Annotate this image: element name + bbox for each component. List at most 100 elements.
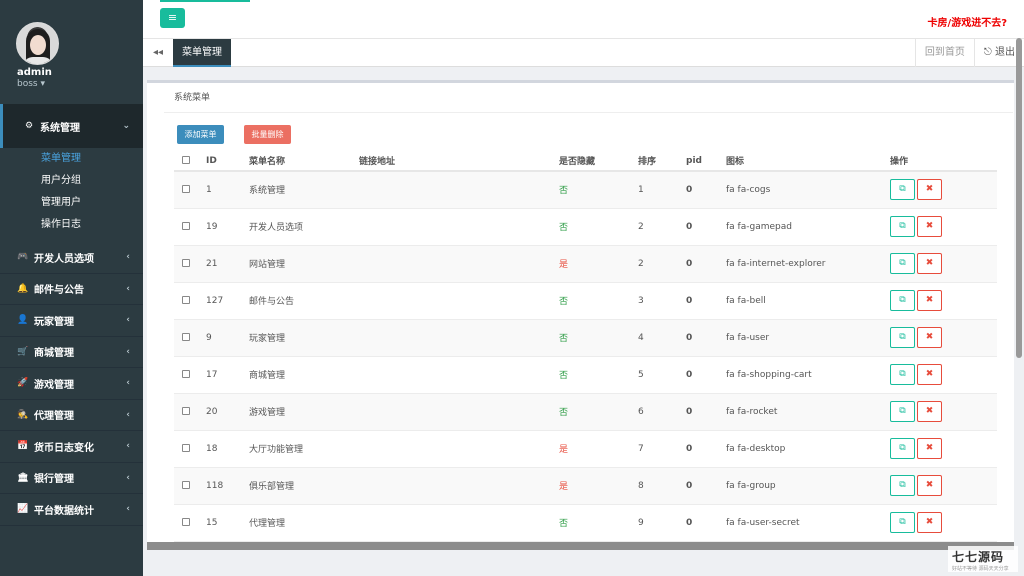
avatar[interactable] — [16, 22, 59, 65]
watermark-title: 七七源码 — [952, 550, 1005, 564]
row-checkbox[interactable] — [182, 185, 190, 194]
user-name: admin — [17, 67, 52, 78]
row-checkbox[interactable] — [182, 222, 190, 230]
watermark-sub: 好站不等待 源码天天分享 — [952, 566, 1009, 572]
home-link[interactable]: 回到首页 — [914, 39, 974, 67]
cell-name: 邮件与公告 — [249, 282, 359, 320]
row-checkbox[interactable] — [182, 407, 190, 415]
sidebar-item[interactable]: 👤 玩家管理 ‹ — [0, 305, 143, 337]
row-checkbox[interactable] — [182, 481, 190, 489]
tab-scroll-left-icon[interactable]: ◂◂ — [143, 39, 173, 67]
edit-icon[interactable]: ⧉ — [890, 438, 915, 459]
delete-icon[interactable]: ✖ — [917, 512, 942, 533]
cell-icon: fa fa-internet-explorer — [726, 245, 890, 283]
table-row: 17 商城管理 否 5 0 fa fa-shopping-cart ⧉ ✖ — [174, 356, 997, 394]
sidebar-item-system[interactable]: ⚙ 系统管理 ⌄ — [0, 104, 143, 148]
delete-icon[interactable]: ✖ — [917, 401, 942, 422]
batch-delete-button[interactable]: 批量删除 — [244, 125, 291, 144]
sidebar-subitem-logs[interactable]: 操作日志 — [0, 214, 143, 236]
horizontal-scrollbar[interactable] — [147, 542, 1014, 550]
sidebar-item[interactable]: 🔔 邮件与公告 ‹ — [0, 274, 143, 305]
edit-icon[interactable]: ⧉ — [890, 512, 915, 533]
row-checkbox[interactable] — [182, 518, 190, 526]
sidebar-item[interactable]: 🕵 代理管理 ‹ — [0, 400, 143, 431]
edit-icon[interactable]: ⧉ — [890, 216, 915, 237]
sidebar-subitem-groups[interactable]: 用户分组 — [0, 170, 143, 192]
cell-pid: 0 — [686, 356, 726, 394]
row-checkbox[interactable] — [182, 370, 190, 378]
tab-menu-management[interactable]: 菜单管理 — [173, 39, 231, 67]
cell-link — [359, 356, 559, 394]
delete-icon[interactable]: ✖ — [917, 475, 942, 496]
chevron-left-icon: ‹ — [126, 315, 130, 326]
cell-pid: 0 — [686, 430, 726, 468]
header-select-all[interactable] — [174, 151, 206, 172]
warning-link[interactable]: 卡房/游戏进不去? — [928, 14, 1007, 29]
delete-icon[interactable]: ✖ — [917, 253, 942, 274]
cell-name: 玩家管理 — [249, 319, 359, 357]
cell-sort: 6 — [638, 393, 686, 431]
cell-icon: fa fa-group — [726, 467, 890, 505]
edit-icon[interactable]: ⧉ — [890, 475, 915, 496]
sidebar-item-label: 商城管理 — [34, 348, 74, 360]
menu-table: ID 菜单名称 链接地址 是否隐藏 排序 pid 图标 操作 1 系统管理否 1 0 f… — [174, 151, 997, 542]
calendar-icon: 📅 — [17, 441, 29, 452]
vertical-scrollbar[interactable] — [1016, 38, 1022, 358]
sidebar-item-label: 玩家管理 — [34, 316, 74, 328]
edit-icon[interactable]: ⧉ — [890, 364, 915, 385]
row-checkbox[interactable] — [182, 296, 190, 304]
delete-icon[interactable]: ✖ — [917, 438, 942, 459]
delete-icon[interactable]: ✖ — [917, 179, 942, 201]
row-checkbox[interactable] — [182, 259, 190, 267]
user-role-dropdown[interactable]: boss ▾ — [17, 79, 45, 89]
cell-link — [359, 208, 559, 246]
sidebar-subitem-admins[interactable]: 管理用户 — [0, 192, 143, 214]
cell-link — [359, 282, 559, 320]
cell-icon: fa fa-bell — [726, 282, 890, 320]
cell-link — [359, 393, 559, 431]
sidebar-subitem-menu[interactable]: 菜单管理 — [0, 148, 143, 170]
cell-hidden: 是 — [559, 467, 638, 505]
cell-id: 17 — [206, 356, 249, 394]
sidebar-item[interactable]: 🏛 银行管理 ‹ — [0, 463, 143, 494]
cell-link — [359, 171, 559, 209]
table-row: 127 邮件与公告 否 3 0 fa fa-bell ⧉ ✖ — [174, 282, 997, 320]
top-navbar: ≡ 卡房/游戏进不去? — [143, 0, 1024, 38]
chevron-left-icon: ‹ — [126, 283, 130, 294]
cell-id: 118 — [206, 467, 249, 505]
select-all-checkbox[interactable] — [182, 156, 190, 164]
sidebar-item[interactable]: 🎮 开发人员选项 ‹ — [0, 242, 143, 274]
row-checkbox[interactable] — [182, 444, 190, 452]
delete-icon[interactable]: ✖ — [917, 327, 942, 348]
edit-icon[interactable]: ⧉ — [890, 253, 915, 274]
table-row: 20 游戏管理 否 6 0 fa fa-rocket ⧉ ✖ — [174, 393, 997, 431]
column-header: 链接地址 — [359, 151, 559, 172]
cell-hidden: 否 — [559, 356, 638, 394]
cell-actions: ⧉ ✖ — [890, 504, 997, 542]
cell-name: 网站管理 — [249, 245, 359, 283]
cell-actions: ⧉ ✖ — [890, 319, 997, 357]
edit-icon[interactable]: ⧉ — [890, 401, 915, 422]
cell-sort: 2 — [638, 208, 686, 246]
row-checkbox[interactable] — [182, 333, 190, 341]
sidebar-item[interactable]: 📈 平台数据统计 ‹ — [0, 494, 143, 526]
sidebar-item[interactable]: 📅 货币日志变化 ‹ — [0, 431, 143, 463]
delete-icon[interactable]: ✖ — [917, 290, 942, 311]
add-menu-button[interactable]: 添加菜单 — [177, 125, 224, 144]
sidebar-item-label: 开发人员选项 — [34, 253, 94, 265]
sidebar-item-label: 平台数据统计 — [34, 505, 94, 517]
cell-id: 1 — [206, 171, 249, 209]
chevron-left-icon: ‹ — [126, 441, 130, 452]
bell-icon: 🔔 — [17, 283, 29, 294]
cell-link — [359, 467, 559, 505]
delete-icon[interactable]: ✖ — [917, 364, 942, 385]
sidebar-toggle-button[interactable]: ≡ — [160, 8, 185, 28]
sidebar-item[interactable]: 🛒 商城管理 ‹ — [0, 337, 143, 368]
sidebar-item[interactable]: 🚀 游戏管理 ‹ — [0, 368, 143, 400]
edit-icon[interactable]: ⧉ — [890, 179, 915, 201]
table-row: 118 俱乐部管理 是 8 0 fa fa-group ⧉ ✖ — [174, 467, 997, 505]
line-chart-icon: 📈 — [17, 504, 29, 515]
edit-icon[interactable]: ⧉ — [890, 327, 915, 348]
edit-icon[interactable]: ⧉ — [890, 290, 915, 311]
delete-icon[interactable]: ✖ — [917, 216, 942, 237]
